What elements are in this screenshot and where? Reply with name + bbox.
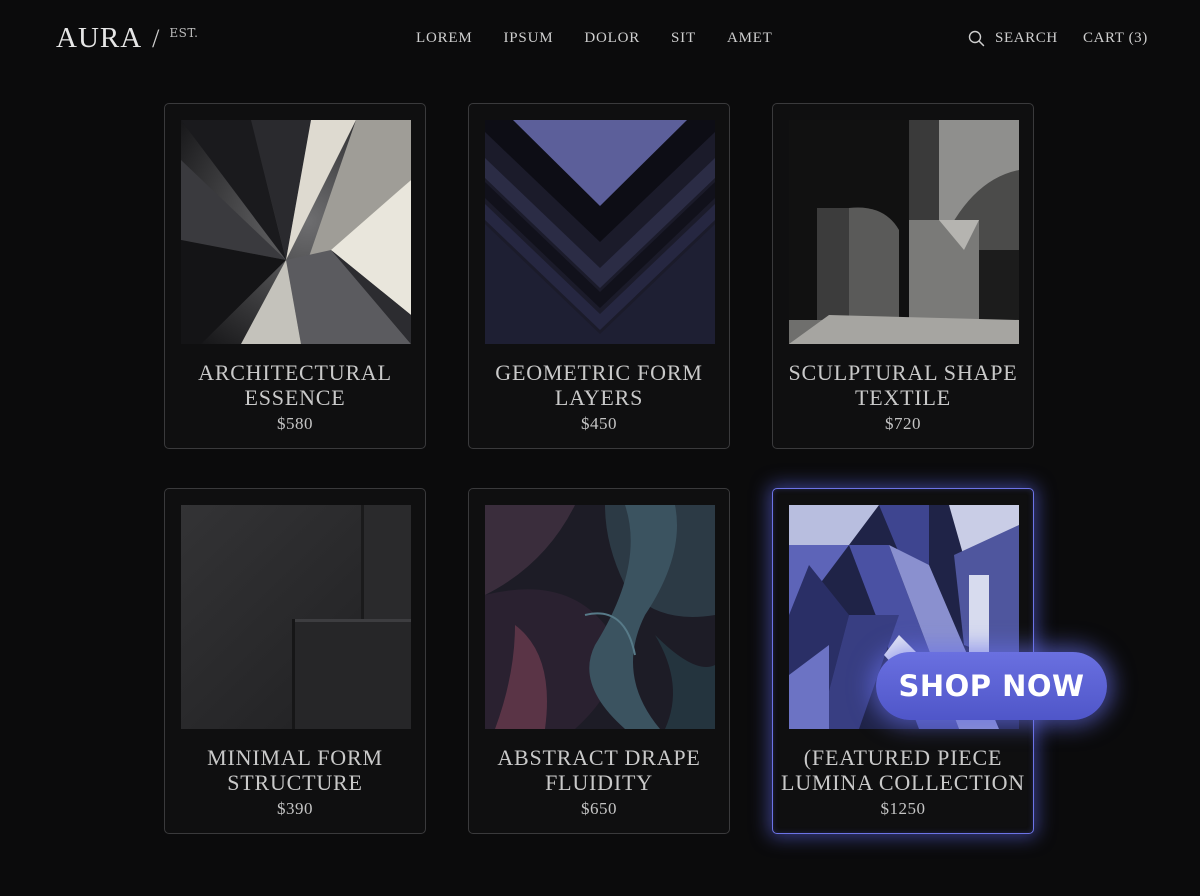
product-card-architectural-essence[interactable]: ARCHITECTURAL ESSENCE $580 xyxy=(164,103,426,449)
product-image xyxy=(485,505,715,729)
product-price: $1250 xyxy=(880,799,926,818)
shop-now-button[interactable]: SHOP NOW xyxy=(876,652,1107,720)
product-title-line-1: SCULPTURAL SHAPE xyxy=(788,360,1018,385)
artwork-geometric-form-layers xyxy=(485,120,715,344)
product-title: ARCHITECTURAL ESSENCE xyxy=(165,360,425,410)
product-title: (FEATURED PIECE LUMINA COLLECTION xyxy=(773,745,1033,795)
product-title-line-2: TEXTILE xyxy=(854,385,951,410)
product-title-line-2: LAYERS xyxy=(554,385,644,410)
product-title: ABSTRACT DRAPE FLUIDITY xyxy=(469,745,729,795)
nav-item-amet[interactable]: AMET xyxy=(727,30,773,47)
product-title-line-1: GEOMETRIC FORM xyxy=(495,360,703,385)
brand-name: AURA xyxy=(56,22,143,54)
product-title: MINIMAL FORM STRUCTURE xyxy=(165,745,425,795)
product-title: SCULPTURAL SHAPE TEXTILE xyxy=(773,360,1033,410)
product-title: GEOMETRIC FORM LAYERS xyxy=(469,360,729,410)
product-title-line-2: STRUCTURE xyxy=(227,770,363,795)
brand-est: EST. xyxy=(169,26,199,40)
product-title-line-1: (FEATURED PIECE xyxy=(803,745,1003,770)
product-title-line-1: MINIMAL FORM xyxy=(207,745,383,770)
product-card-minimal-form-structure[interactable]: MINIMAL FORM STRUCTURE $390 xyxy=(164,488,426,834)
product-image xyxy=(789,120,1019,344)
product-card-abstract-drape-fluidity[interactable]: ABSTRACT DRAPE FLUIDITY $650 xyxy=(468,488,730,834)
main-nav: LOREM IPSUM DOLOR SIT AMET xyxy=(416,30,773,47)
product-price: $720 xyxy=(885,414,921,433)
search-icon xyxy=(968,30,985,47)
artwork-minimal-form-structure xyxy=(181,505,411,729)
nav-item-lorem[interactable]: LOREM xyxy=(416,30,473,47)
product-title-line-2: LUMINA COLLECTION xyxy=(781,770,1025,795)
nav-item-ipsum[interactable]: IPSUM xyxy=(504,30,554,47)
artwork-sculptural-shape-textile xyxy=(789,120,1019,344)
brand-logo[interactable]: AURA / EST. xyxy=(56,22,198,55)
product-price: $390 xyxy=(277,799,313,818)
product-title-line-2: ESSENCE xyxy=(244,385,346,410)
nav-item-sit[interactable]: SIT xyxy=(671,30,696,47)
product-image xyxy=(181,120,411,344)
product-title-line-1: ABSTRACT DRAPE xyxy=(497,745,701,770)
product-price: $580 xyxy=(277,414,313,433)
artwork-architectural-essence xyxy=(181,120,411,344)
product-card-geometric-form-layers[interactable]: GEOMETRIC FORM LAYERS $450 xyxy=(468,103,730,449)
top-navigation-bar: AURA / EST. LOREM IPSUM DOLOR SIT AMET S… xyxy=(0,0,1200,80)
product-title-line-1: ARCHITECTURAL xyxy=(198,360,392,385)
cart-button[interactable]: CART (3) xyxy=(1083,30,1148,47)
product-price: $450 xyxy=(581,414,617,433)
product-card-sculptural-shape-textile[interactable]: SCULPTURAL SHAPE TEXTILE $720 xyxy=(772,103,1034,449)
product-image xyxy=(485,120,715,344)
brand-slash: / xyxy=(152,24,160,53)
product-title-line-2: FLUIDITY xyxy=(545,770,653,795)
artwork-abstract-drape-fluidity xyxy=(485,505,715,729)
product-price: $650 xyxy=(581,799,617,818)
search-button[interactable]: SEARCH xyxy=(968,30,1058,47)
nav-item-dolor[interactable]: DOLOR xyxy=(584,30,640,47)
search-label: SEARCH xyxy=(995,30,1058,46)
product-image xyxy=(181,505,411,729)
